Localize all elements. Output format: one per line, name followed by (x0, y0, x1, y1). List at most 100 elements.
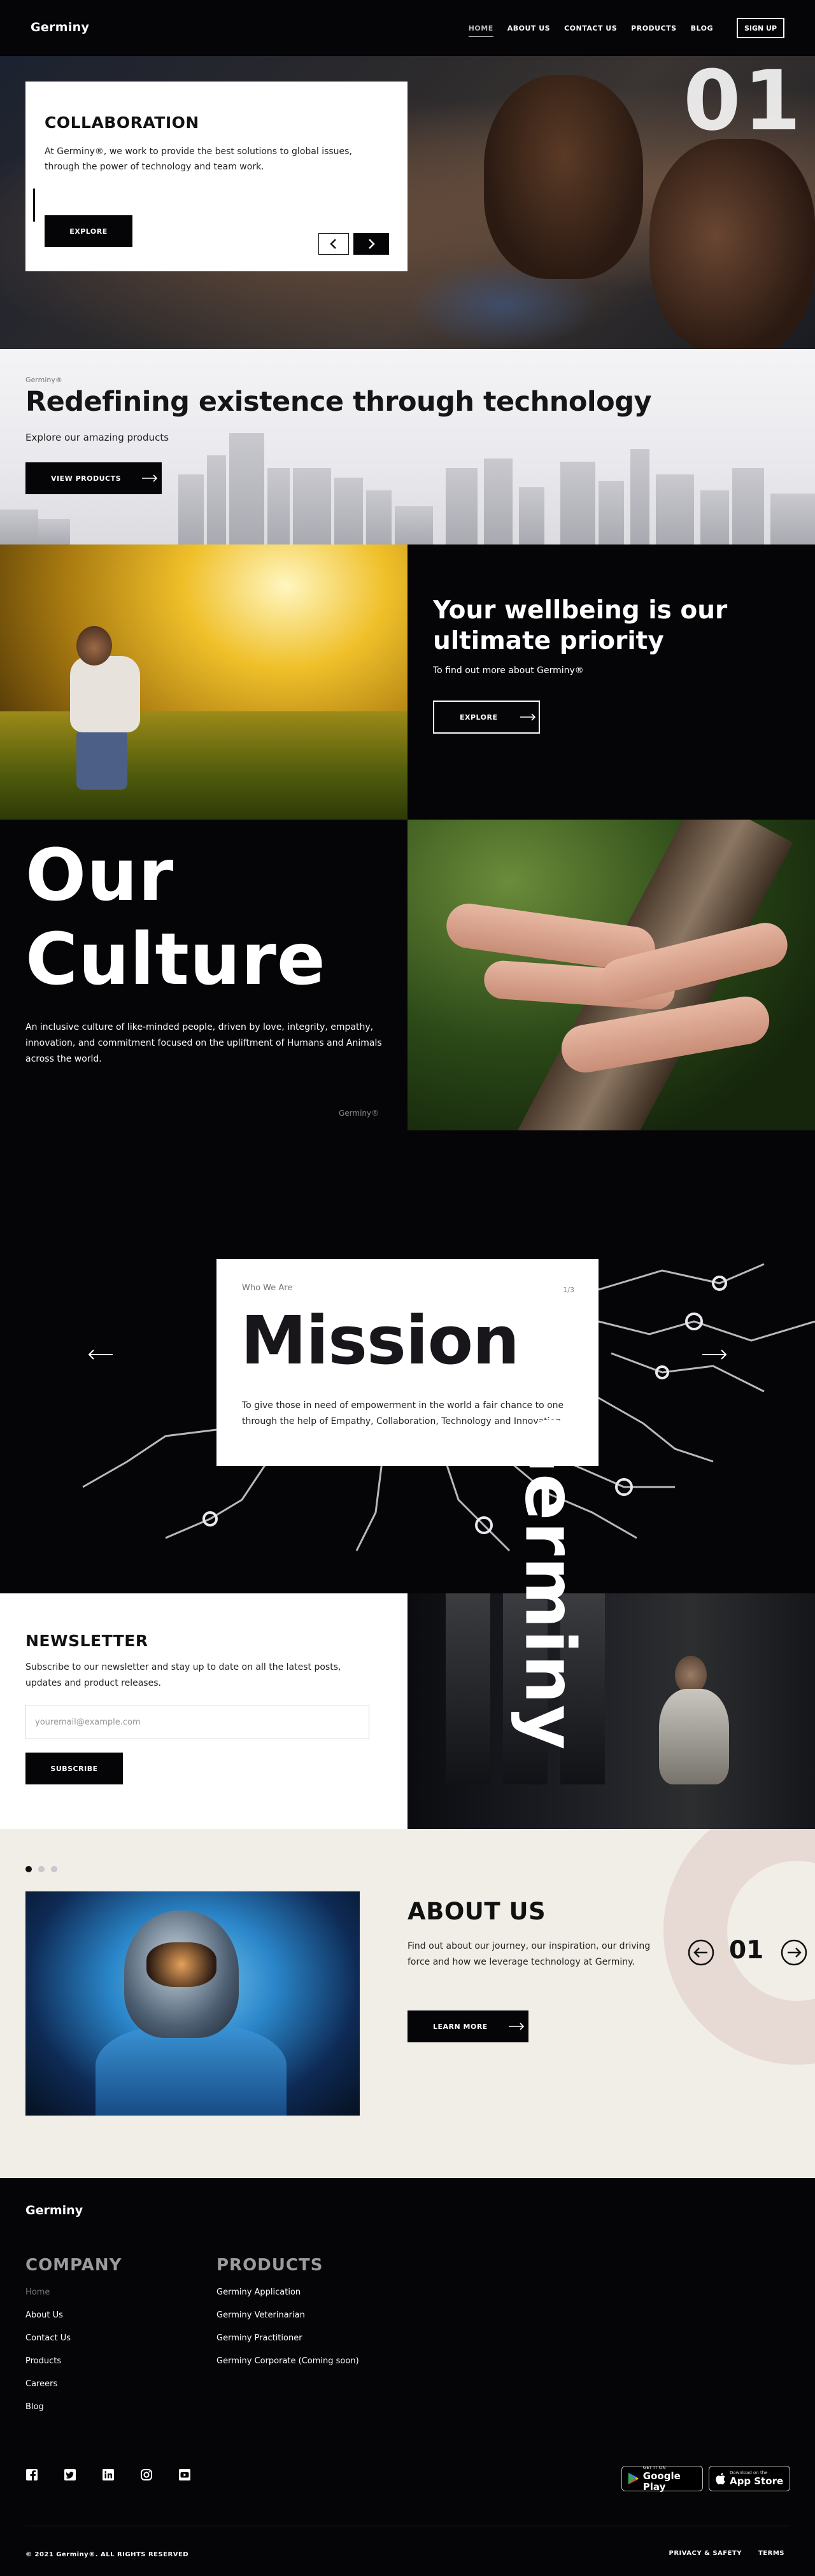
privacy-safety-link[interactable]: PRIVACY & SAFETY (669, 2550, 742, 2557)
main-menu: HOME ABOUT US CONTACT US PRODUCTS BLOG (468, 24, 713, 37)
footer-products-heading: PRODUCTS (216, 2256, 323, 2275)
footer-link-germiny-corporate[interactable]: Germiny Corporate (Coming soon) (216, 2356, 359, 2366)
carousel-dot-2[interactable] (38, 1866, 45, 1872)
about-carousel-dots (25, 1866, 57, 1872)
man-reading-image (408, 1593, 815, 1829)
footer-link-products[interactable]: Products (25, 2356, 71, 2366)
google-play-line2: Google Play (642, 2470, 681, 2493)
footer-link-germiny-veterinarian[interactable]: Germiny Veterinarian (216, 2310, 359, 2320)
newsletter-section: NEWSLETTER Subscribe to our newsletter a… (0, 1416, 815, 1829)
arrow-right-icon (520, 713, 535, 721)
mission-prev-arrow-icon[interactable] (88, 1349, 113, 1360)
facebook-icon[interactable] (25, 2468, 38, 2481)
footer-company-links: Home About Us Contact Us Products Career… (25, 2288, 71, 2412)
top-navigation: Germiny HOME ABOUT US CONTACT US PRODUCT… (0, 0, 815, 56)
google-play-badge[interactable]: GET IT ON Google Play (621, 2465, 703, 2493)
footer-link-germiny-practitioner[interactable]: Germiny Practitioner (216, 2333, 359, 2343)
social-links (25, 2468, 191, 2481)
wellbeing-title: Your wellbeing is our ultimate priority (433, 596, 728, 655)
carousel-dot-3[interactable] (51, 1866, 57, 1872)
redefining-title: Redefining existence through technology (25, 386, 652, 418)
culture-section: Our Culture An inclusive culture of like… (0, 820, 815, 1130)
learn-more-label: LEARN MORE (433, 2022, 488, 2031)
arrow-right-icon (508, 2023, 524, 2030)
sign-up-button[interactable]: SIGN UP (737, 18, 784, 38)
wellbeing-section: Your wellbeing is our ultimate priority … (0, 544, 815, 820)
hero-accent-bar (33, 189, 35, 222)
hero-slide-number: 01 (683, 56, 804, 149)
hero-title: COLLABORATION (45, 113, 199, 132)
apple-icon (716, 2473, 725, 2485)
nav-item-products[interactable]: PRODUCTS (631, 24, 676, 37)
about-next-circle-arrow-icon[interactable] (781, 1939, 807, 1966)
about-prev-circle-arrow-icon[interactable] (688, 1939, 714, 1966)
robot-image (25, 1891, 360, 2116)
app-store-text: Download on the App Store (730, 2470, 783, 2487)
mission-section: Who We Are 1/3 Mission To give those in … (0, 1130, 815, 1593)
child-playing-image (0, 544, 408, 820)
footer-product-links: Germiny Application Germiny Veterinarian… (216, 2288, 359, 2366)
copyright-text: © 2021 Germiny®. ALL RIGHTS RESERVED (25, 2551, 189, 2558)
about-text: Find out about our journey, our inspirat… (408, 1941, 651, 1967)
nav-item-home[interactable]: HOME (468, 24, 493, 37)
view-products-label: VIEW PRODUCTS (51, 474, 122, 483)
site-footer: Germiny COMPANY Home About Us Contact Us… (0, 2178, 815, 2576)
app-store-badge[interactable]: Download on the App Store (709, 2466, 790, 2491)
google-play-text: GET IT ON Google Play (643, 2465, 697, 2493)
about-title: ABOUT US (408, 1898, 546, 1925)
nav-item-contact-us[interactable]: CONTACT US (564, 24, 617, 37)
nav-item-blog[interactable]: BLOG (691, 24, 713, 37)
hero-text: At Germiny®, we work to provide the best… (45, 146, 352, 172)
footer-link-blog[interactable]: Blog (25, 2402, 71, 2412)
chevron-right-icon (369, 239, 375, 249)
redefining-section: Germiny® Redefining existence through te… (0, 349, 815, 544)
youtube-icon[interactable] (178, 2468, 191, 2481)
mission-eyebrow: Who We Are (242, 1283, 293, 1293)
newsletter-panel: NEWSLETTER Subscribe to our newsletter a… (0, 1593, 408, 1829)
footer-link-home[interactable]: Home (25, 2288, 71, 2297)
newsletter-email-input[interactable] (25, 1705, 369, 1739)
instagram-icon[interactable] (140, 2468, 153, 2481)
wellbeing-subtitle: To find out more about Germiny® (433, 665, 584, 676)
chevron-left-icon (330, 239, 336, 249)
footer-link-contact-us[interactable]: Contact Us (25, 2333, 71, 2343)
newsletter-title: NEWSLETTER (25, 1632, 148, 1650)
arrow-right-icon (142, 474, 158, 482)
footer-link-careers[interactable]: Careers (25, 2379, 71, 2389)
culture-brand-mark: Germiny® (339, 1109, 379, 1118)
linkedin-icon[interactable] (102, 2468, 115, 2481)
hero-slider: 01 COLLABORATION At Germiny®, we work to… (0, 56, 815, 349)
learn-more-button[interactable]: LEARN MORE (408, 2010, 528, 2042)
redefining-tag: Germiny® (25, 376, 62, 384)
hero-explore-button[interactable]: EXPLORE (45, 215, 132, 247)
newsletter-vertical-brand: Germiny (509, 1416, 590, 1751)
view-products-button[interactable]: VIEW PRODUCTS (25, 462, 162, 494)
hero-prev-button[interactable] (318, 233, 349, 255)
legal-links: PRIVACY & SAFETY TERMS (669, 2550, 785, 2557)
app-store-line2: App Store (730, 2475, 784, 2487)
nav-item-about-us[interactable]: ABOUT US (507, 24, 550, 37)
twitter-icon[interactable] (64, 2468, 76, 2481)
hero-next-button[interactable] (353, 233, 389, 255)
brand-logo[interactable]: Germiny (31, 20, 89, 34)
mission-slide-counter: 1/3 (563, 1286, 574, 1294)
newsletter-text: Subscribe to our newsletter and stay up … (25, 1662, 341, 1688)
footer-link-about-us[interactable]: About Us (25, 2310, 71, 2320)
about-slide-number: 01 (729, 1936, 764, 1965)
subscribe-button[interactable]: SUBSCRIBE (25, 1753, 123, 1784)
mission-title: Mission (241, 1302, 520, 1379)
footer-link-germiny-application[interactable]: Germiny Application (216, 2288, 359, 2297)
footer-logo[interactable]: Germiny (25, 2203, 83, 2217)
hero-card: COLLABORATION At Germiny®, we work to pr… (25, 82, 408, 271)
wellbeing-explore-button[interactable]: EXPLORE (433, 701, 540, 734)
culture-title: Our Culture (25, 834, 326, 1002)
footer-company-heading: COMPANY (25, 2256, 122, 2275)
terms-link[interactable]: TERMS (758, 2550, 784, 2557)
mission-next-arrow-icon[interactable] (702, 1349, 727, 1360)
wellbeing-explore-label: EXPLORE (460, 713, 498, 722)
culture-text: An inclusive culture of like-minded peop… (25, 1022, 382, 1064)
culture-title-line2: Culture (25, 918, 326, 1001)
culture-title-line1: Our (25, 834, 174, 917)
about-section: ABOUT US Find out about our journey, our… (0, 1829, 815, 2178)
carousel-dot-1[interactable] (25, 1866, 32, 1872)
